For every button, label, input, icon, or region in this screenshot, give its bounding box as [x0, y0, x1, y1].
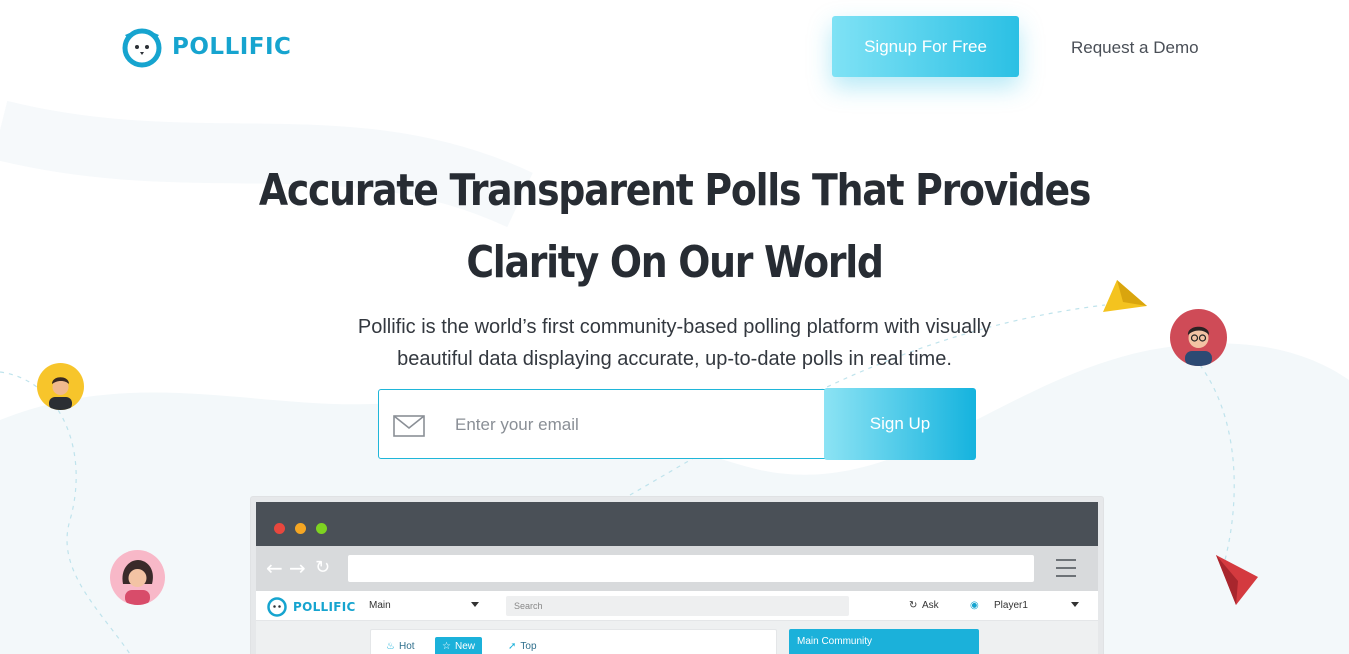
envelope-icon — [393, 415, 425, 437]
brand-logo[interactable]: POLLIFIC — [120, 26, 291, 68]
sign-up-button[interactable]: Sign Up — [824, 388, 976, 460]
rocket-icon: ➚ — [508, 641, 517, 652]
maximize-dot — [316, 523, 327, 534]
avatar-woman-pink — [110, 550, 165, 605]
paper-plane-yellow-icon — [1103, 280, 1147, 312]
request-demo-link[interactable]: Request a Demo — [1071, 38, 1199, 58]
user-avatar-icon: ◉ — [970, 600, 979, 611]
hamburger-menu-icon — [1056, 559, 1076, 583]
flame-icon: ♨ — [386, 641, 395, 652]
side-panel-title: Main Community — [797, 636, 873, 647]
address-bar — [348, 555, 1034, 582]
minimize-dot — [295, 523, 306, 534]
main-community-panel: Main Community — [789, 629, 979, 654]
back-arrow-icon: ← — [266, 556, 283, 580]
app-search-field: Search — [506, 596, 849, 616]
browser-navbar: ← → ↻ — [256, 546, 1098, 591]
feed-tabs: ♨ Hot ☆ New ➚ Top — [370, 629, 777, 654]
tab-new-label: New — [454, 641, 475, 652]
email-field-box — [378, 389, 838, 459]
ask-button-label: Ask — [922, 600, 939, 611]
app-header: POLLIFIC Main Search ↻ Ask ◉ Player1 — [256, 591, 1098, 621]
email-signup-form: Sign Up — [378, 388, 976, 460]
app-preview-browser: ← → ↻ POLLIFIC Main Search ↻ Ask ◉ Playe… — [251, 497, 1103, 654]
hero-title: Accurate Transparent Polls That Provides… — [94, 155, 1254, 299]
email-input[interactable] — [455, 410, 815, 440]
hero-subtitle: Pollific is the world’s first community-… — [300, 311, 1049, 375]
avatar-man-yellow — [37, 363, 84, 410]
person-icon — [1185, 326, 1212, 366]
tab-top-label: Top — [520, 641, 537, 652]
avatar-man-glasses — [1170, 309, 1227, 366]
browser-titlebar — [256, 502, 1098, 546]
tab-hot: ♨ Hot — [379, 637, 422, 654]
tab-hot-label: Hot — [398, 641, 415, 652]
signup-for-free-button[interactable]: Signup For Free — [832, 16, 1019, 77]
person-icon — [49, 377, 72, 410]
tab-new: ☆ New — [435, 637, 482, 654]
owl-logo-icon — [267, 597, 287, 617]
reload-icon: ↻ — [315, 557, 331, 578]
hero-title-line-1: Accurate Transparent Polls That Provides — [258, 165, 1092, 216]
app-logo: POLLIFIC — [266, 596, 356, 617]
chevron-down-icon — [471, 602, 479, 607]
hero-subtitle-line-1: Pollific is the world’s first community-… — [357, 316, 992, 338]
app-brand-name: POLLIFIC — [293, 599, 356, 614]
star-icon: ☆ — [442, 641, 451, 652]
chevron-down-icon — [1071, 602, 1079, 607]
tab-top: ➚ Top — [501, 637, 544, 654]
person-icon — [122, 560, 153, 605]
forward-arrow-icon: → — [289, 556, 306, 580]
paper-plane-red-icon — [1216, 555, 1258, 605]
hero-title-line-2: Clarity On Our World — [466, 237, 884, 288]
owl-logo-icon — [122, 28, 162, 68]
hero-subtitle-line-2: beautiful data displaying accurate, up-t… — [397, 348, 952, 370]
app-content: ♨ Hot ☆ New ➚ Top Main Community — [256, 621, 1098, 654]
brand-name: POLLIFIC — [172, 34, 292, 60]
ask-refresh-icon: ↻ — [909, 600, 918, 611]
user-name: Player1 — [994, 600, 1028, 611]
community-select: Main — [369, 600, 391, 611]
close-dot — [274, 523, 285, 534]
